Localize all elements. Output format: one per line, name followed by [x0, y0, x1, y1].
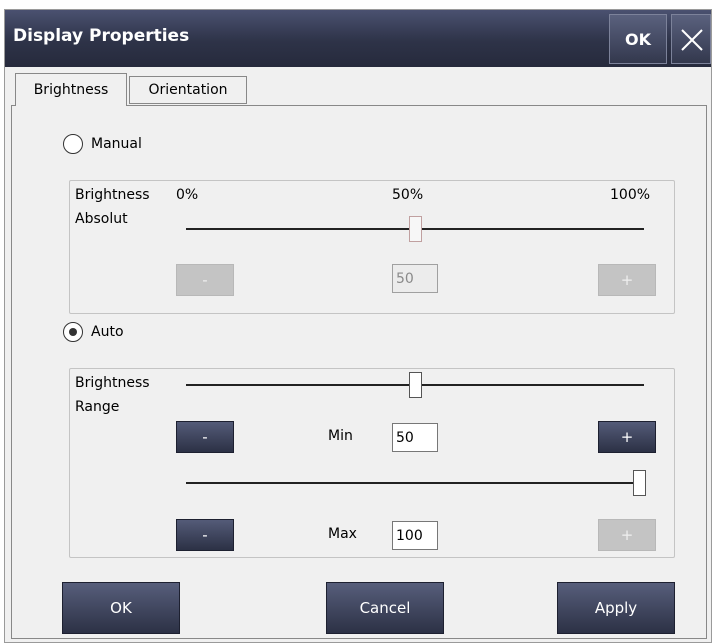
title-bar: Display Properties OK [5, 10, 711, 67]
manual-radio[interactable] [63, 134, 83, 154]
brightness-range-label-line1: Brightness [75, 375, 150, 391]
ok-button[interactable]: OK [62, 582, 180, 634]
tab-orientation[interactable]: Orientation [129, 76, 247, 104]
auto-radio[interactable] [63, 322, 83, 342]
scale-max-label: 100% [610, 187, 651, 203]
absolut-value-field[interactable]: 50 [392, 264, 438, 293]
scale-min-label: 0% [176, 187, 199, 203]
brightness-absolut-label-line2: Absolut [75, 211, 128, 227]
max-slider-track[interactable] [186, 482, 644, 484]
absolut-plus-button[interactable]: + [598, 264, 656, 296]
max-value-field[interactable]: 100 [392, 521, 438, 550]
auto-radio-label[interactable]: Auto [91, 324, 124, 340]
close-icon [681, 29, 703, 51]
manual-radio-label[interactable]: Manual [91, 136, 142, 152]
brightness-range-label-line2: Range [75, 399, 120, 415]
max-label: Max [328, 526, 357, 542]
min-value-field[interactable]: 50 [392, 423, 438, 452]
radio-selected-dot [69, 328, 77, 336]
close-button[interactable] [671, 14, 711, 64]
tab-brightness[interactable]: Brightness [15, 73, 127, 106]
display-properties-window: Display Properties OK Brightness Orienta… [4, 9, 712, 643]
absolut-slider-thumb[interactable] [408, 216, 422, 242]
min-plus-button[interactable]: + [598, 421, 656, 453]
brightness-absolut-label-line1: Brightness [75, 187, 150, 203]
brightness-range-group: Brightness Range - Min 50 + - Max 100 + [69, 368, 675, 558]
max-plus-button[interactable]: + [598, 519, 656, 551]
scale-mid-label: 50% [392, 187, 424, 203]
brightness-absolut-group: Brightness Absolut 0% 50% 100% - 50 + [69, 180, 675, 314]
apply-button[interactable]: Apply [557, 582, 675, 634]
cancel-button[interactable]: Cancel [326, 582, 444, 634]
absolut-minus-button[interactable]: - [176, 264, 234, 296]
min-label: Min [328, 428, 353, 444]
window-title: Display Properties [13, 26, 190, 46]
max-minus-button[interactable]: - [176, 519, 234, 551]
min-slider-thumb[interactable] [408, 372, 422, 398]
min-minus-button[interactable]: - [176, 421, 234, 453]
max-slider-thumb[interactable] [633, 470, 646, 496]
title-ok-button[interactable]: OK [609, 14, 667, 64]
